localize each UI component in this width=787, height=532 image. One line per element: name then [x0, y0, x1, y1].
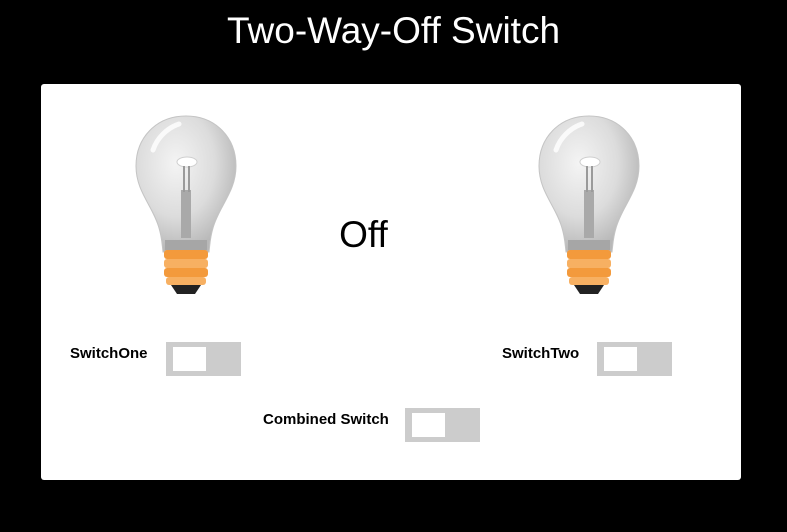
switch-one-knob [173, 347, 206, 371]
switch-one-label: SwitchOne [70, 345, 148, 362]
combined-switch-knob [412, 413, 445, 437]
lightbulb-icon [131, 110, 241, 300]
switch-two-knob [604, 347, 637, 371]
switch-two-toggle[interactable] [597, 342, 672, 376]
switch-panel: Off SwitchOne SwitchTwo Combined Switch [41, 84, 741, 480]
switch-two-label: SwitchTwo [502, 345, 580, 362]
combined-switch-label: Combined Switch [263, 411, 389, 428]
status-text: Off [339, 214, 388, 255]
combined-switch-toggle[interactable] [405, 408, 480, 442]
switch-one-toggle[interactable] [166, 342, 241, 376]
lightbulb-icon [534, 110, 644, 300]
page-title: Two-Way-Off Switch [226, 10, 561, 51]
